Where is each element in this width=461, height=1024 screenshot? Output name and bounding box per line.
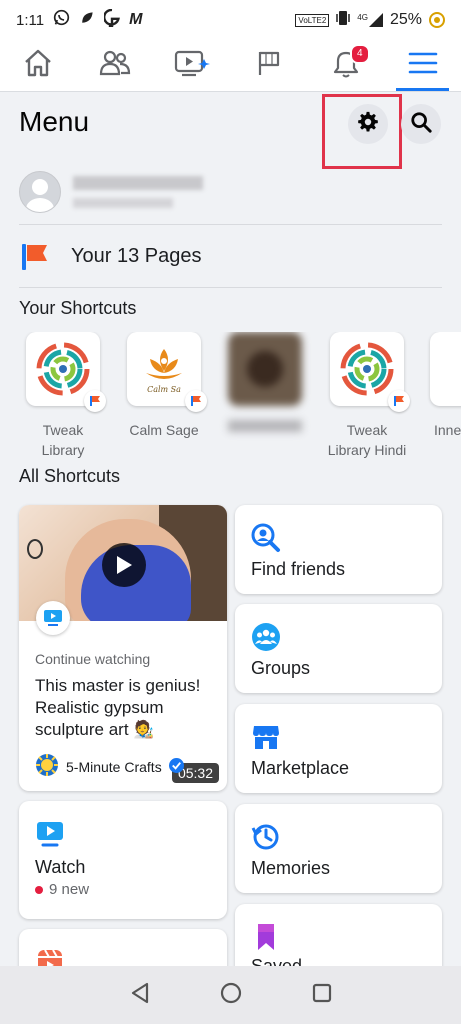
play-icon[interactable] (102, 543, 146, 587)
settings-highlight-annotation (322, 94, 402, 169)
home-icon (23, 49, 53, 82)
memories-card[interactable]: Memories (235, 804, 442, 893)
page-flag-icon (84, 390, 106, 412)
divider (19, 287, 442, 288)
app-m-icon: M (129, 11, 143, 28)
battery-text: 25% (389, 11, 422, 28)
your-pages-row[interactable]: Your 13 Pages (19, 236, 201, 276)
home-circle-icon[interactable] (220, 982, 242, 1009)
your-shortcuts-title: Your Shortcuts (19, 298, 137, 318)
calm-sage-logo-text: Calm Sa (147, 384, 181, 394)
saved-icon (251, 922, 281, 952)
status-bar: 1:11 M VoLTE2 4G 25% (0, 0, 461, 40)
tab-home[interactable] (0, 40, 77, 91)
watch-icon (35, 819, 65, 849)
status-time: 1:11 (16, 11, 45, 29)
page-flag-icon (185, 390, 207, 412)
all-shortcuts-title: All Shortcuts (19, 466, 121, 486)
your-pages-label: Your 13 Pages (71, 244, 202, 267)
blurred-profile-photo (228, 332, 302, 406)
recents-icon[interactable] (312, 983, 332, 1008)
continue-watching-card[interactable]: 05:32 Continue watching This master is g… (19, 505, 227, 791)
app-g-icon (103, 8, 121, 32)
shortcut-label: Tweak Library Hindi (327, 422, 407, 458)
watch-new-count: 9 new (49, 881, 90, 898)
search-icon (410, 111, 432, 138)
marketplace-label: Marketplace (251, 758, 350, 778)
profile-row[interactable] (19, 163, 442, 221)
shortcut-blurred-profile[interactable] (214, 332, 316, 432)
tweak-library-logo (26, 332, 106, 412)
watch-new-indicator: 9 new (35, 881, 89, 898)
shortcut-tweak-library-hindi[interactable]: Tweak Library Hindi (316, 332, 418, 460)
hamburger-icon (408, 51, 438, 80)
tweak-library-hindi-logo (330, 332, 410, 412)
volte-indicator: VoLTE2 (295, 13, 330, 27)
system-nav-bar (0, 966, 461, 1024)
friends-icon (99, 49, 131, 82)
shortcut-tweak-library[interactable]: Tweak Library (12, 332, 114, 460)
shortcut-label: Inne (434, 422, 461, 438)
video-icon (174, 49, 211, 82)
groups-icon (251, 622, 281, 652)
find-friends-icon (251, 523, 281, 553)
channel-name: 5-Minute Crafts (66, 758, 162, 775)
groups-card[interactable]: Groups (235, 604, 442, 693)
channel-avatar-icon (35, 753, 59, 780)
search-button[interactable] (401, 104, 441, 144)
tab-watch[interactable] (154, 40, 231, 91)
notification-badge: 4 (349, 44, 370, 64)
watch-badge-icon (36, 601, 70, 635)
video-title: This master is genius! Realistic gypsum … (35, 676, 201, 739)
signal-icon: 4G (357, 13, 383, 27)
tab-friends[interactable] (77, 40, 154, 91)
new-dot-icon (35, 885, 43, 894)
top-nav-bar: 4 (0, 40, 461, 92)
tab-pages[interactable] (230, 40, 307, 91)
back-icon[interactable] (130, 982, 150, 1009)
flag-icon (255, 49, 283, 82)
memories-label: Memories (251, 858, 331, 878)
watch-label: Watch (35, 857, 86, 877)
app-leaf-icon (79, 10, 95, 31)
memories-icon (251, 822, 281, 852)
shortcut-calm-sage[interactable]: Calm Sa Calm Sage (113, 332, 215, 440)
inner-logo (430, 332, 461, 406)
profile-name-blurred (73, 176, 203, 208)
continue-watching-label: Continue watching (35, 651, 151, 667)
avatar (19, 171, 61, 213)
tab-menu[interactable] (384, 40, 461, 91)
shortcuts-row: Tweak Library Calm Sa Calm Sage Tweak Li… (0, 332, 461, 462)
calm-sage-logo: Calm Sa (127, 332, 207, 412)
groups-label: Groups (251, 658, 311, 678)
shortcut-inner[interactable]: Inne (420, 332, 461, 440)
verified-badge-icon (168, 757, 184, 776)
tab-notifications[interactable]: 4 (307, 40, 384, 91)
whatsapp-icon (53, 9, 70, 31)
marketplace-icon (251, 722, 281, 752)
shortcut-label (214, 420, 316, 432)
network-label: 4G (357, 13, 368, 22)
watch-card[interactable]: Watch 9 new (19, 801, 227, 919)
shortcut-label: Calm Sage (129, 422, 199, 438)
page-flag-icon (388, 390, 410, 412)
page-title: Menu (19, 106, 90, 137)
divider (19, 224, 442, 225)
battery-saver-icon (429, 12, 445, 28)
vibrate-icon (336, 10, 351, 31)
marketplace-card[interactable]: Marketplace (235, 704, 442, 793)
shortcut-label: Tweak Library (41, 422, 85, 458)
find-friends-label: Find friends (251, 559, 346, 579)
pages-flag-icon (19, 240, 51, 272)
find-friends-card[interactable]: Find friends (235, 505, 442, 594)
video-channel: 5-Minute Crafts (35, 753, 184, 780)
